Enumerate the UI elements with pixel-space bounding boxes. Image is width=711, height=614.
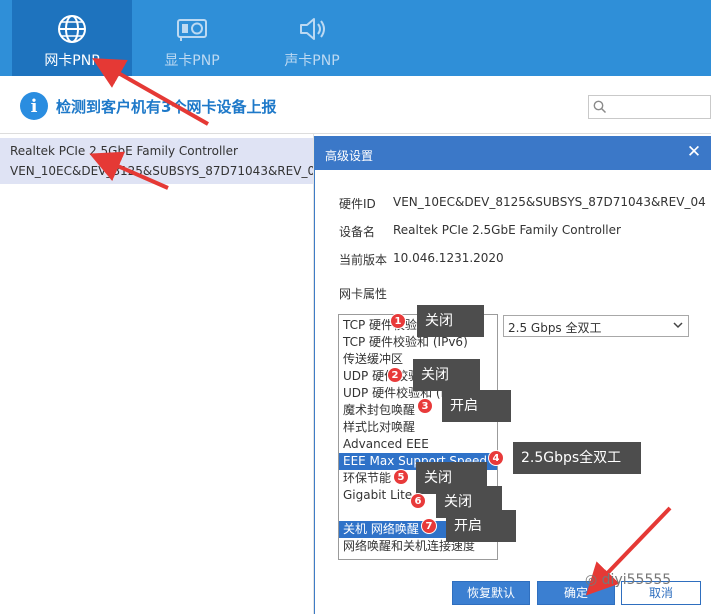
watermark: ◎ diyi55555 xyxy=(585,572,671,588)
arrow-to-device xyxy=(89,151,169,190)
arrow-to-nic-tab xyxy=(92,58,209,126)
annotation-arrows xyxy=(89,58,672,596)
watermark-text: diyi55555 xyxy=(601,572,672,588)
wechat-icon: ◎ xyxy=(585,572,602,588)
